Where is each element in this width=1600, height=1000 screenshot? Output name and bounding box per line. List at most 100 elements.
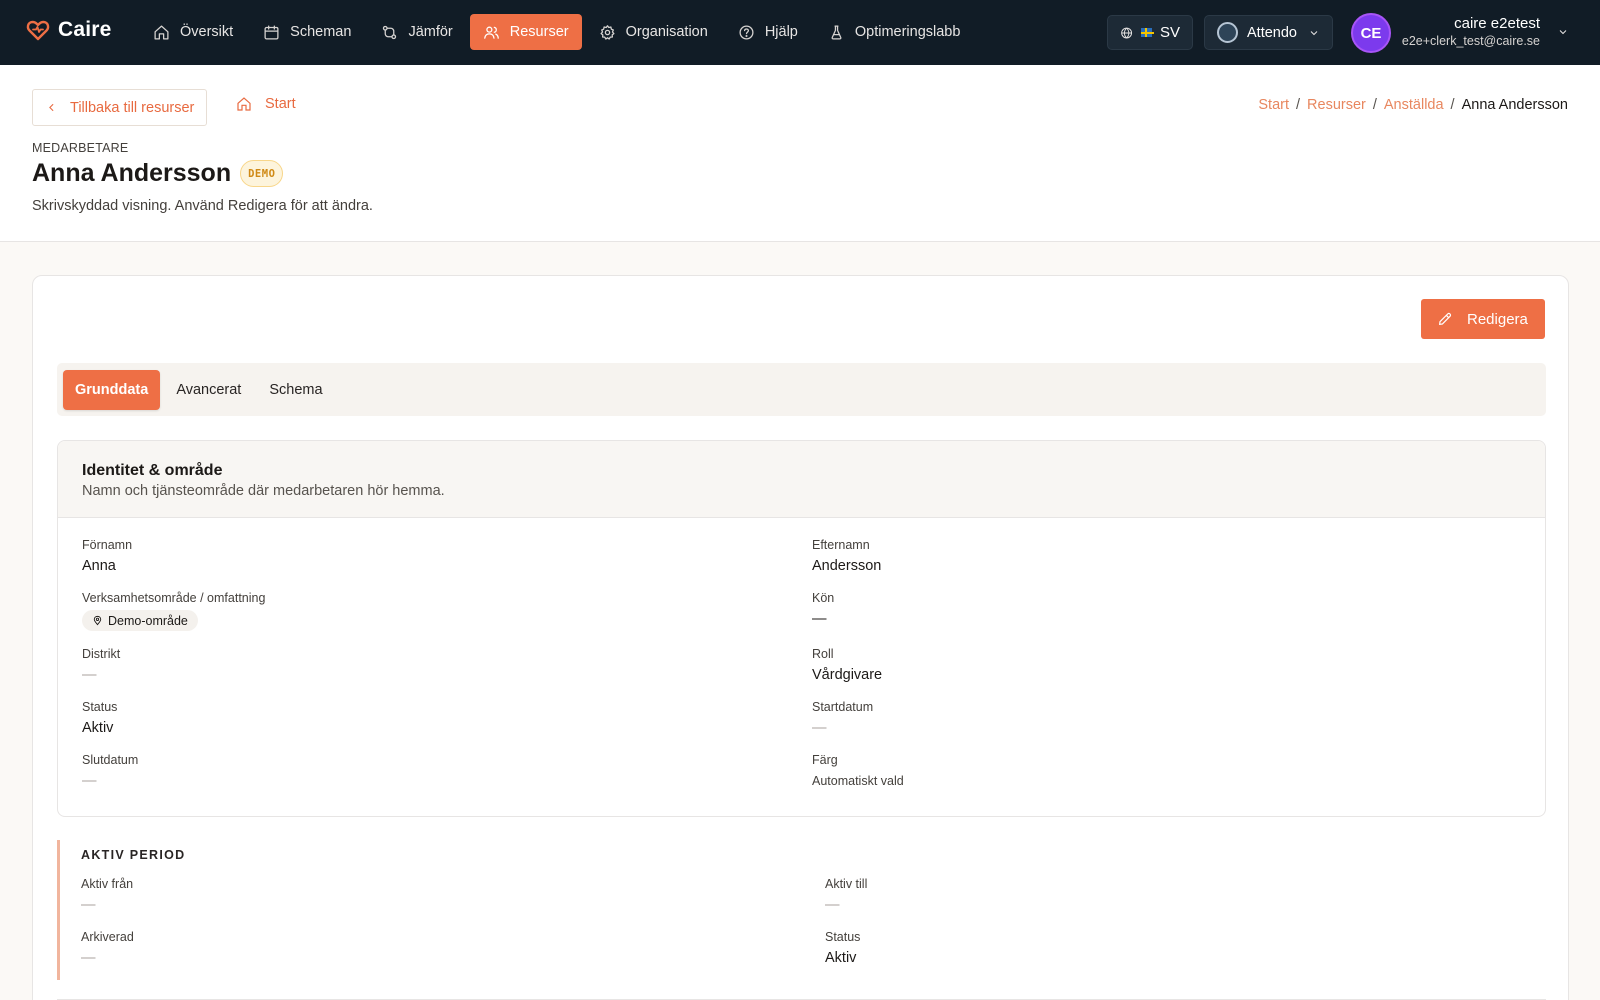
user-menu[interactable]: caire e2etest e2e+clerk_test@caire.se	[1402, 15, 1540, 50]
nav-item-hjalp[interactable]: Hjälp	[725, 14, 811, 50]
field-label: Förnamn	[82, 538, 133, 552]
nav-item-jamfor[interactable]: Jämför	[368, 14, 465, 50]
field-value: Anna	[82, 558, 116, 574]
field-value: Automatiskt vald	[812, 774, 904, 788]
users-icon	[483, 26, 499, 39]
field-district: Distrikt —	[82, 646, 120, 686]
field-value: Andersson	[812, 558, 882, 574]
field-value: —	[82, 773, 97, 789]
organization-name: Attendo	[1247, 24, 1297, 41]
field-value: —	[825, 897, 840, 913]
edit-button[interactable]: Redigera	[1421, 299, 1545, 339]
field-first-name: Förnamn Anna	[82, 537, 132, 577]
area-chip: Demo-område	[82, 610, 198, 631]
field-value: —	[82, 667, 97, 683]
tab-avancerat[interactable]: Avancerat	[164, 370, 253, 410]
user-email: e2e+clerk_test@caire.se	[1401, 34, 1540, 48]
field-label: Distrikt	[82, 647, 121, 661]
location-pin-icon	[93, 615, 102, 626]
field-gender: Kön —	[812, 590, 834, 630]
field-label: Aktiv från	[81, 877, 134, 891]
breadcrumb: Start / Resurser / Anställda / Anna Ande…	[1258, 97, 1568, 113]
tab-bar: Grunddata Avancerat Schema	[57, 363, 1546, 416]
gear-icon	[600, 24, 615, 40]
flag-sweden-icon	[1141, 28, 1154, 37]
field-value: Aktiv	[82, 720, 114, 736]
page-eyebrow: MEDARBETARE	[32, 141, 129, 155]
heart-logo-icon	[26, 18, 50, 42]
nav-item-label: Översikt	[180, 24, 234, 40]
identity-section: Identitet & område Namn och tjänsteområd…	[57, 440, 1546, 817]
breadcrumb-current: Anna Andersson	[1461, 97, 1568, 113]
home-icon	[154, 24, 169, 40]
field-area: Verksamhetsområde / omfattning Demo-områ…	[82, 590, 265, 631]
avatar[interactable]: CE	[1351, 13, 1391, 53]
language-code: SV	[1159, 24, 1180, 41]
nav-item-label: Organisation	[625, 24, 708, 40]
field-label: Efternamn	[812, 538, 870, 552]
title-row: Anna Andersson DEMO	[32, 159, 284, 188]
organization-selector[interactable]: Attendo	[1204, 15, 1333, 50]
breadcrumb-separator: /	[1296, 97, 1301, 113]
field-period-status: Status Aktiv	[825, 929, 860, 969]
field-label: Aktiv till	[825, 877, 868, 891]
edit-button-label: Redigera	[1467, 310, 1528, 328]
user-name: caire e2etest	[1454, 15, 1540, 32]
nav-item-scheman[interactable]: Scheman	[250, 14, 364, 50]
breadcrumb-anstallda[interactable]: Anställda	[1384, 97, 1444, 113]
main-nav: Översikt Scheman Jämför Resurser Organis…	[140, 14, 973, 50]
employee-card: Redigera Grunddata Avancerat Schema Iden…	[32, 275, 1569, 1000]
field-status: Status Aktiv	[82, 699, 117, 739]
start-link[interactable]: Start	[236, 96, 296, 112]
field-start-date: Startdatum —	[812, 699, 873, 739]
help-icon	[739, 24, 754, 40]
back-button-label: Tillbaka till resurser	[70, 99, 195, 116]
start-link-label: Start	[265, 96, 296, 112]
field-color: Färg Automatiskt vald	[812, 752, 904, 792]
field-label: Färg	[812, 753, 838, 767]
home-icon	[237, 97, 251, 111]
field-label: Kön	[812, 591, 835, 605]
breadcrumb-start[interactable]: Start	[1258, 97, 1289, 113]
field-value: —	[81, 950, 96, 966]
identity-section-header: Identitet & område Namn och tjänsteområd…	[58, 441, 1545, 518]
section-title: Identitet & område	[82, 462, 223, 479]
tab-schema[interactable]: Schema	[257, 370, 334, 410]
area-chip-label: Demo-område	[108, 613, 188, 628]
breadcrumb-resurser[interactable]: Resurser	[1307, 97, 1366, 113]
tab-grunddata[interactable]: Grunddata	[63, 369, 161, 410]
nav-item-oversikt[interactable]: Översikt	[140, 14, 246, 50]
page-title: Anna Andersson	[32, 159, 232, 187]
field-label: Arkiverad	[81, 930, 134, 944]
breadcrumb-separator: /	[1450, 97, 1455, 113]
nav-item-optimeringslabb[interactable]: Optimeringslabb	[815, 14, 974, 50]
chevron-left-icon	[49, 103, 54, 112]
calendar-icon	[264, 24, 279, 40]
field-label: Status	[825, 930, 861, 944]
nav-item-label: Resurser	[509, 24, 569, 40]
breadcrumb-separator: /	[1372, 97, 1377, 113]
chevron-down-icon[interactable]	[1557, 26, 1569, 38]
chevron-down-icon	[1310, 30, 1318, 35]
field-end-date: Slutdatum —	[82, 752, 138, 792]
field-role: Roll Vårdgivare	[812, 646, 882, 686]
field-label: Verksamhetsområde / omfattning	[82, 591, 266, 605]
field-active-from: Aktiv från —	[81, 876, 133, 916]
nav-item-label: Optimeringslabb	[854, 24, 961, 40]
pencil-icon	[1438, 312, 1452, 326]
brand-name: Caire	[58, 18, 112, 41]
field-value: —	[81, 897, 96, 913]
back-to-resources-button[interactable]: Tillbaka till resurser	[32, 89, 208, 126]
field-active-to: Aktiv till —	[825, 876, 867, 916]
nav-item-label: Hjälp	[764, 24, 798, 40]
nav-item-label: Jämför	[408, 24, 453, 40]
field-label: Startdatum	[812, 700, 874, 714]
language-selector[interactable]: SV	[1107, 15, 1193, 50]
nav-item-organisation[interactable]: Organisation	[586, 14, 721, 50]
organization-logo-icon	[1217, 22, 1238, 43]
section-description: Namn och tjänsteområde där medarbetaren …	[82, 483, 445, 499]
brand[interactable]: Caire	[26, 18, 112, 42]
field-label: Status	[82, 700, 118, 714]
section-title: AKTIV PERIOD	[81, 848, 186, 862]
nav-item-resurser[interactable]: Resurser	[469, 14, 582, 50]
